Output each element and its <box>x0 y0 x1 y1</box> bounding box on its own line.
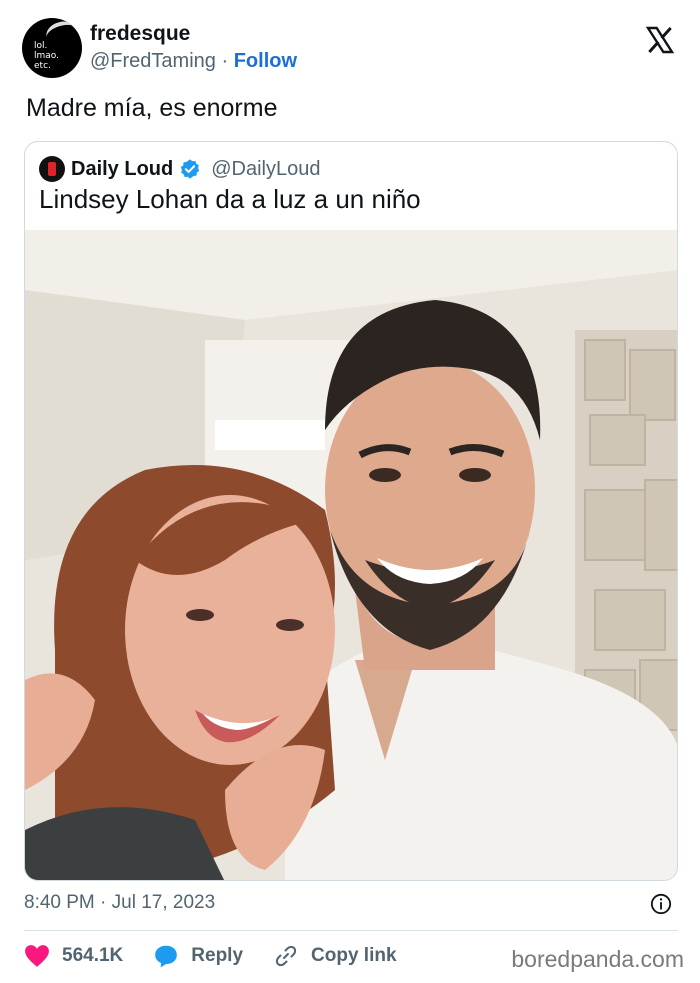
x-logo-icon[interactable] <box>644 24 676 56</box>
reply-label: Reply <box>191 945 244 966</box>
quoted-text: Lindsey Lohan da a luz a un niño <box>39 184 421 214</box>
verified-badge-icon <box>181 159 200 179</box>
selfie-photo <box>25 230 677 880</box>
author-name[interactable]: fredesque <box>90 22 190 46</box>
comment-bubble-icon <box>155 945 178 968</box>
heart-icon <box>25 945 49 967</box>
follow-button[interactable]: Follow <box>234 50 297 72</box>
dailyloud-avatar <box>39 156 65 182</box>
copy-link-label: Copy link <box>311 945 397 966</box>
quoted-author-handle: @DailyLoud <box>211 157 321 180</box>
separator-dot: · <box>221 50 229 72</box>
quoted-photo[interactable] <box>25 230 677 880</box>
link-icon <box>275 945 297 967</box>
author-handle[interactable]: @FredTaming <box>90 50 216 72</box>
like-button[interactable]: 564.1K <box>24 944 123 968</box>
author-avatar[interactable]: lol. lmao. etc. <box>22 18 82 78</box>
quoted-tweet[interactable]: Daily Loud @DailyLoud Lindsey Lohan da a… <box>24 141 678 881</box>
tweet-timestamp[interactable]: 8:40 PM · Jul 17, 2023 <box>24 892 215 914</box>
info-icon[interactable] <box>650 893 672 915</box>
tweet-header: lol. lmao. etc. fredesque @FredTaming · Fo… <box>22 18 682 82</box>
boredpanda-watermark: boredpanda.com <box>511 946 684 972</box>
author-handle-row: @FredTaming · Follow <box>90 50 297 73</box>
avatar-text: lol. lmao. etc. <box>34 41 59 71</box>
tweet-text: Madre mía, es enorme <box>26 94 278 122</box>
reply-button[interactable]: Reply <box>153 944 243 968</box>
quoted-author-name: Daily Loud <box>71 157 174 180</box>
quoted-header: Daily Loud @DailyLoud <box>39 156 320 182</box>
like-count: 564.1K <box>62 945 124 966</box>
action-divider <box>24 930 678 931</box>
tweet-actions: 564.1K Reply Copy link <box>24 940 427 972</box>
copy-link-button[interactable]: Copy link <box>273 944 397 968</box>
